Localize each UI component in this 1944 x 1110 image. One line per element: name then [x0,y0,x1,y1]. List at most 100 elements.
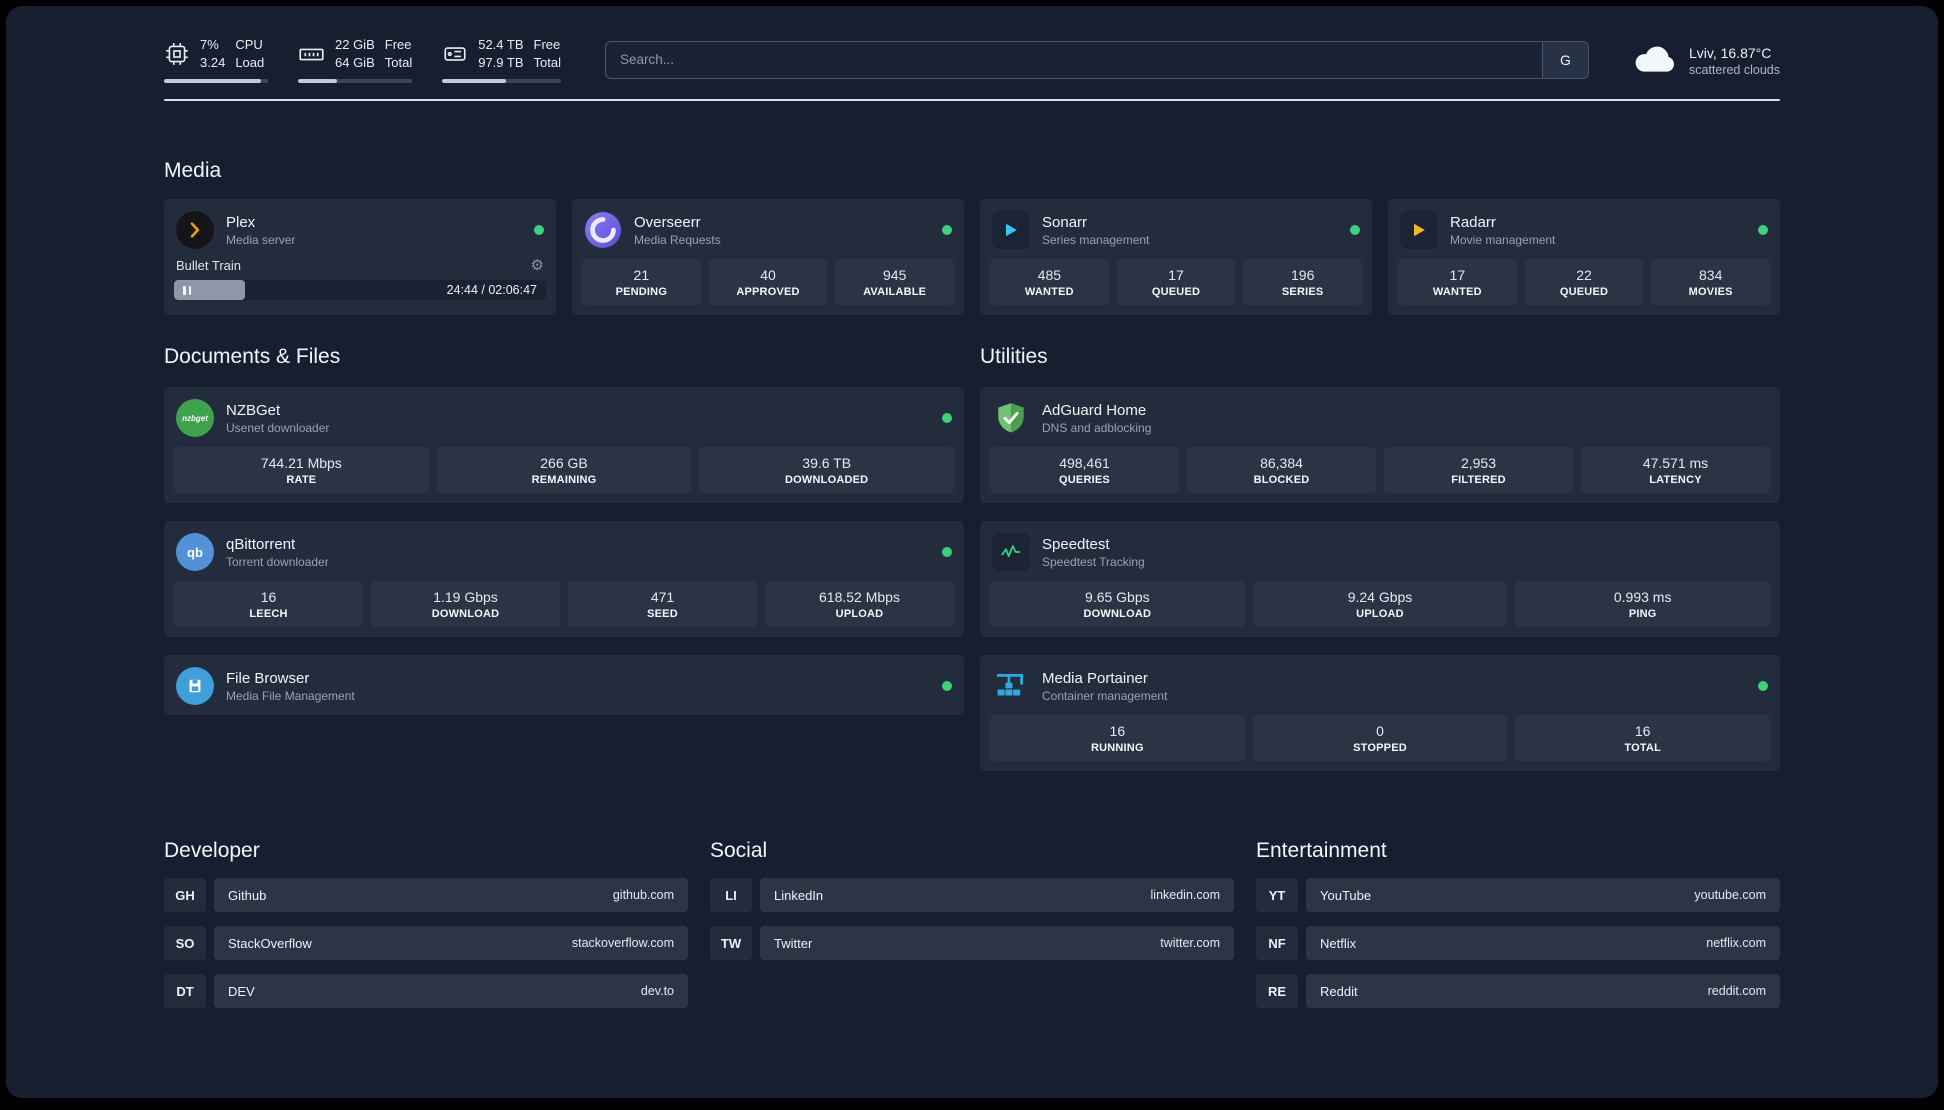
stat-value: 17 [1168,267,1184,284]
qbittorrent-icon: qb [176,533,214,572]
nzbget-card[interactable]: nzbget NZBGet Usenet downloader 744.21 M… [164,387,964,504]
sonarr-card[interactable]: Sonarr Series management 485 WANTED 17 QUEU… [980,199,1372,316]
stat-value: 2,953 [1460,455,1497,472]
status-dot-online [942,547,952,558]
link-bar: Reddit reddit.com [1306,974,1780,1009]
overseerr-meta: Overseerr Media Requests [634,214,721,247]
link-abbrev: GH [164,878,206,913]
speedtest-card[interactable]: Speedtest Speedtest Tracking 9.65 Gbps DO… [980,521,1780,638]
stat-label: WANTED [1432,286,1482,299]
cpu-icon [164,41,190,67]
app-title: Radarr [1450,213,1496,231]
stat-label: AVAILABLE [863,286,927,299]
media-section: Media Plex Media server Bullet Train ⚙ 2… [164,159,1780,316]
adguard-card[interactable]: AdGuard Home DNS and adblocking 498,461 Q… [980,387,1780,504]
app-subtitle: Media server [226,232,296,247]
stat-label: LATENCY [1649,474,1702,487]
stat-value: 16 [1634,723,1651,740]
social-link-list: LI LinkedIn linkedin.com TW Twitter twitter.c… [710,878,1234,961]
radarr-card[interactable]: Radarr Movie management 17 WANTED 22 QUEUED… [1388,199,1780,316]
filebrowser-card[interactable]: File Browser Media File Management [164,655,964,716]
now-playing-title: Bullet Train [176,258,242,274]
weather-widget[interactable]: Lviv, 16.87°C scattered clouds [1633,40,1780,79]
app-title: qBittorrent [226,535,296,553]
disk-total-value: 97.9 TB [478,55,524,71]
link-item[interactable]: YT YouTube youtube.com [1256,878,1780,913]
link-item[interactable]: DT DEV dev.to [164,974,688,1009]
cloud-icon [1633,40,1677,79]
gear-icon[interactable]: ⚙ [531,258,544,273]
link-name: DEV [228,983,255,999]
portainer-card[interactable]: Media Portainer Container management 16 R… [980,655,1780,772]
social-links-column: Social LI LinkedIn linkedin.com TW Twitter tw… [710,839,1234,961]
link-item[interactable]: SO StackOverflow stackoverflow.com [164,926,688,961]
app-title: Sonarr [1042,213,1088,231]
radarr-card-header: Radarr Movie management [1398,209,1770,250]
entertainment-links-column: Entertainment YT YouTube youtube.com NF Netf… [1256,839,1780,1009]
link-bar: Twitter twitter.com [760,926,1234,961]
plex-now-playing-row: Bullet Train ⚙ [174,258,546,273]
stat-tile: 0.993 ms PING [1515,581,1771,628]
dashboard-content: 7% 3.24 CPU Load 22 GiB 64 GiB Free Tota… [164,6,1780,1044]
nzbget-icon: nzbget [176,399,214,438]
stat-label: PENDING [615,286,668,299]
pause-icon[interactable] [183,285,191,295]
stat-label: LEECH [249,608,288,621]
cpu-load-value: 3.24 [200,55,226,71]
playback-time: 24:44 / 02:06:47 [446,283,537,298]
stat-tiles: 744.21 Mbps RATE 266 GB REMAINING 39.6 TB DOW… [174,447,955,494]
stat-label: DOWNLOAD [431,608,500,621]
link-name: Netflix [1320,935,1357,951]
overseerr-card[interactable]: Overseerr Media Requests 21 PENDING 40 APPR… [572,199,964,316]
stat-tile: 485 WANTED [990,259,1109,306]
playback-progress-bar[interactable]: 24:44 / 02:06:47 [174,280,546,301]
stat-tile: 834 MOVIES [1651,259,1771,306]
topbar: 7% 3.24 CPU Load 22 GiB 64 GiB Free Tota… [164,36,1780,84]
adguard-meta: AdGuard Home DNS and adblocking [1042,402,1151,435]
link-bar: StackOverflow stackoverflow.com [214,926,688,961]
link-item[interactable]: LI LinkedIn linkedin.com [710,878,1234,913]
stat-value: 266 GB [540,455,588,472]
link-domain: youtube.com [1694,888,1766,903]
stat-tiles: 21 PENDING 40 APPROVED 945 AVAILABLE [582,259,955,306]
cpu-progress-fill [164,79,261,84]
stat-value: 40 [760,267,776,284]
stat-label: DOWNLOADED [785,474,869,487]
overseerr-card-header: Overseerr Media Requests [582,209,954,249]
stat-value: 1.19 Gbps [433,589,498,606]
memory-progress-fill [298,79,337,84]
link-domain: reddit.com [1707,984,1766,999]
stat-tile: 21 PENDING [582,259,701,306]
memory-values: 22 GiB 64 GiB [335,36,375,72]
stat-value: 744.21 Mbps [260,455,342,472]
stat-label: WANTED [1024,286,1074,299]
link-item[interactable]: GH Github github.com [164,878,688,913]
memory-total-label: Total [384,55,413,71]
app-subtitle: Series management [1042,232,1150,247]
dashboard-canvas: 7% 3.24 CPU Load 22 GiB 64 GiB Free Tota… [6,6,1938,1098]
stat-label: STOPPED [1353,742,1407,755]
stat-label: QUERIES [1059,474,1110,487]
link-item[interactable]: NF Netflix netflix.com [1256,926,1780,961]
status-dot-online [942,225,952,236]
cpu-stat-row: 7% 3.24 CPU Load [164,36,268,72]
stat-label: TOTAL [1624,742,1661,755]
link-abbrev: LI [710,878,752,913]
plex-card[interactable]: Plex Media server Bullet Train ⚙ 24:44 /… [164,199,556,316]
stat-tiles: 17 WANTED 22 QUEUED 834 MOVIES [1398,259,1771,306]
search-input[interactable] [605,41,1542,78]
link-name: YouTube [1320,887,1372,903]
link-item[interactable]: RE Reddit reddit.com [1256,974,1780,1009]
link-domain: dev.to [640,984,674,999]
link-item[interactable]: TW Twitter twitter.com [710,926,1234,961]
link-bar: DEV dev.to [214,974,688,1009]
qbittorrent-card[interactable]: qb qBittorrent Torrent downloader 16 LEEC… [164,521,964,638]
link-domain: github.com [612,888,674,903]
sonarr-meta: Sonarr Series management [1042,214,1149,247]
stat-value: 86,384 [1260,455,1303,472]
documents-column: Documents & Files nzbget NZBGet Usenet d… [164,345,964,716]
stat-value: 16 [260,589,277,606]
search-provider-button[interactable]: G [1541,41,1588,78]
stat-tile: 40 APPROVED [708,259,828,306]
search-bar: G [604,40,1589,79]
